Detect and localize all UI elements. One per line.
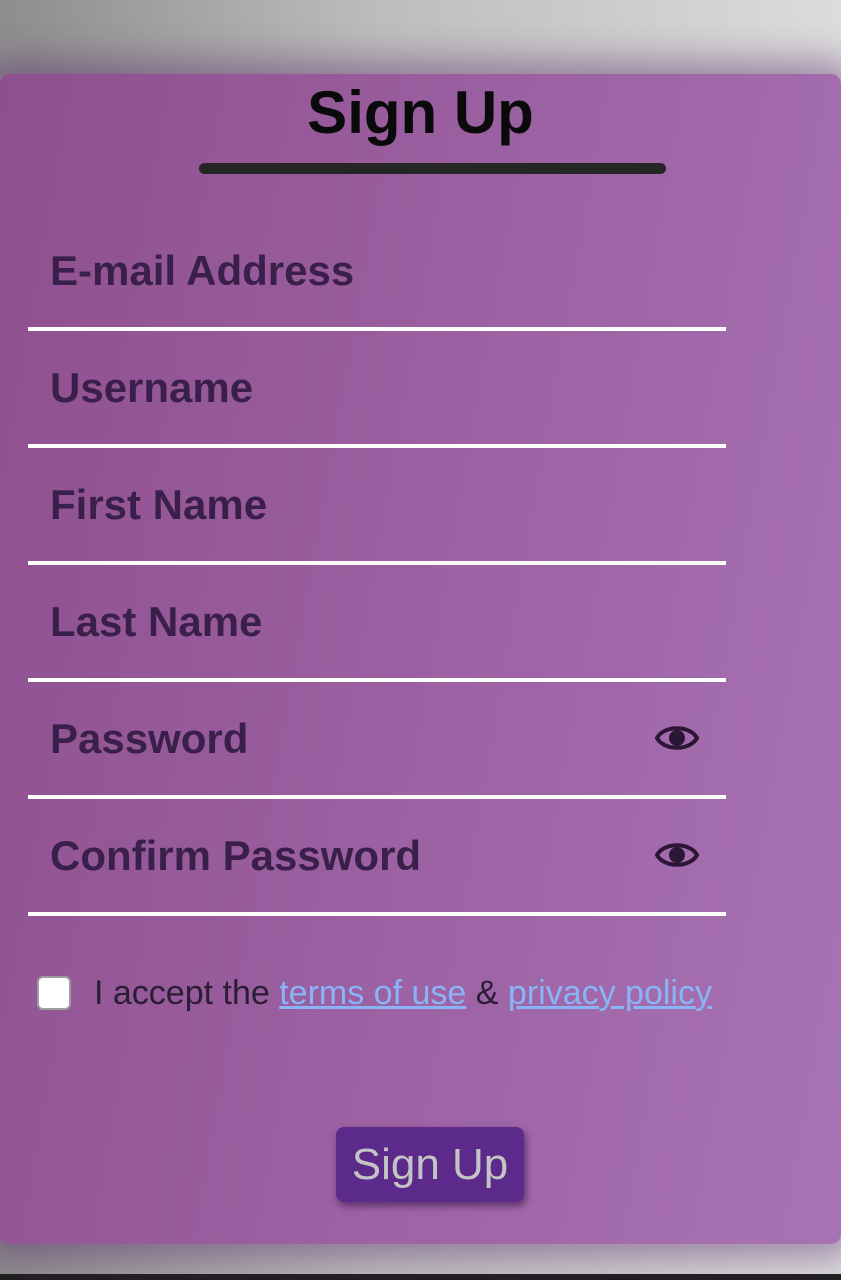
last-name-field-container bbox=[28, 565, 726, 682]
terms-checkbox[interactable] bbox=[37, 976, 71, 1010]
username-field-container bbox=[28, 331, 726, 448]
title-underline bbox=[199, 163, 666, 174]
confirm-password-field[interactable] bbox=[50, 799, 650, 912]
page-title: Sign Up bbox=[307, 79, 534, 146]
email-field[interactable] bbox=[50, 214, 650, 327]
last-name-field[interactable] bbox=[50, 565, 650, 678]
email-field-container bbox=[28, 214, 726, 331]
username-field[interactable] bbox=[50, 331, 650, 444]
sign-up-button[interactable]: Sign Up bbox=[336, 1127, 524, 1202]
eye-icon[interactable] bbox=[654, 722, 700, 754]
signup-card: Sign Up I accept the terms of use & bbox=[0, 74, 841, 1244]
terms-separator: & bbox=[475, 973, 499, 1012]
terms-of-use-link[interactable]: terms of use bbox=[279, 974, 466, 1013]
first-name-field-container bbox=[28, 448, 726, 565]
confirm-password-field-container bbox=[28, 799, 726, 916]
first-name-field[interactable] bbox=[50, 448, 650, 561]
bottom-strip bbox=[0, 1274, 841, 1280]
terms-prefix: I accept the bbox=[94, 973, 270, 1012]
terms-row: I accept the terms of use & privacy poli… bbox=[37, 973, 712, 1013]
eye-icon[interactable] bbox=[654, 839, 700, 871]
password-field-container bbox=[28, 682, 726, 799]
password-field[interactable] bbox=[50, 682, 650, 795]
privacy-policy-link[interactable]: privacy policy bbox=[508, 974, 712, 1013]
